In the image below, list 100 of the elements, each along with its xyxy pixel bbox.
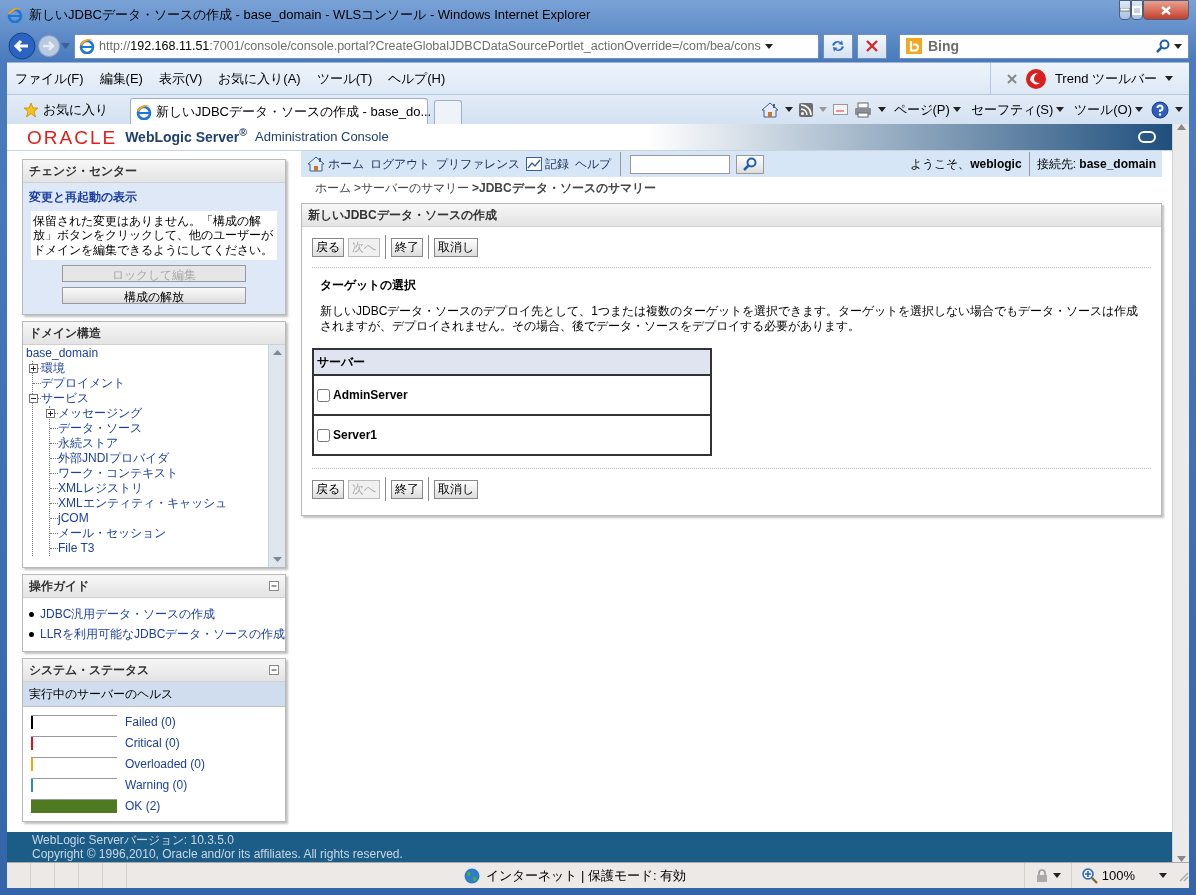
tree-item[interactable]: メッセージング <box>58 406 142 422</box>
toolbar-link[interactable]: ヘルプ <box>575 155 611 173</box>
browser-tab[interactable]: 新しいJDBCデータ・ソースの作成 - base_do... <box>130 98 428 124</box>
toolbar-link[interactable]: ホーム <box>307 155 364 173</box>
favorites-button[interactable]: お気に入り <box>15 99 116 120</box>
breadcrumb-link[interactable]: >JDBCデータ・ソースのサマリー <box>472 179 656 197</box>
wizard-button[interactable]: 戻る <box>312 237 344 257</box>
home-icon <box>307 156 325 172</box>
tree-item[interactable]: データ・ソース <box>58 421 142 437</box>
minimize-button[interactable] <box>1119 0 1131 20</box>
collapse-icon[interactable] <box>29 394 38 404</box>
stop-button[interactable] <box>857 33 887 59</box>
search-field[interactable]: Bing <box>899 33 1189 59</box>
breadcrumb-link[interactable]: ホーム <box>315 179 351 197</box>
browser-logo-icon <box>79 38 95 54</box>
health-link[interactable]: Warning (0) <box>125 776 188 795</box>
menu-item[interactable]: ファイル(F) <box>7 68 92 89</box>
guide-link[interactable]: JDBC汎用データ・ソースの作成 <box>40 604 216 625</box>
caret-icon <box>1174 43 1182 49</box>
forward-icon[interactable] <box>37 34 61 58</box>
mail-icon[interactable] <box>832 104 848 115</box>
menu-item[interactable]: お気に入り(A) <box>210 68 309 89</box>
print-icon[interactable] <box>853 101 872 118</box>
browser-logo-icon <box>136 103 152 120</box>
close-icon[interactable] <box>1006 73 1017 84</box>
panel-title: システム・ステータス <box>29 662 149 680</box>
toolbar-link[interactable]: 記録 <box>526 155 569 173</box>
tree-item[interactable]: XMLエンティティ・キャッシュ <box>58 496 227 512</box>
menu-item[interactable]: 編集(E) <box>91 68 151 89</box>
oracle-logo: ORACLE <box>27 127 118 147</box>
tree-item[interactable]: jCOM <box>58 511 89 527</box>
panel-title: チェンジ・センター <box>29 163 137 180</box>
stop-icon <box>866 40 878 52</box>
toolbar-link[interactable]: プリファレンス <box>436 155 520 173</box>
menu-item[interactable]: 表示(V) <box>150 68 211 89</box>
tree-item[interactable]: File T3 <box>58 541 95 557</box>
caret-icon <box>1175 107 1183 112</box>
tree-item[interactable]: ワーク・コンテキスト <box>58 466 178 482</box>
toolbar-menu[interactable]: Trend ツールバー <box>1054 68 1173 89</box>
close-button[interactable] <box>1143 0 1189 20</box>
star-icon <box>23 101 39 118</box>
search-field[interactable] <box>630 154 730 174</box>
home-icon <box>760 101 779 118</box>
toolbar-link[interactable]: ログアウト <box>370 155 430 173</box>
wizard-button[interactable]: 終了 <box>391 479 423 499</box>
bullet-icon <box>29 631 34 637</box>
tree-item[interactable]: XMLレジストリ <box>58 481 143 497</box>
refresh-icon <box>830 39 846 53</box>
refresh-button[interactable] <box>823 33 853 59</box>
menu-item[interactable]: ツール(T) <box>308 68 381 89</box>
caret-icon <box>1159 873 1167 878</box>
checkbox[interactable] <box>317 389 330 403</box>
panel-title: 新しいJDBCデータ・ソースの作成 <box>308 207 497 224</box>
command-menu[interactable]: ツール(O) <box>1072 99 1145 120</box>
bullet-icon <box>29 611 34 617</box>
tree-item[interactable]: 環境 <box>41 361 65 377</box>
scrollbar[interactable] <box>268 345 285 568</box>
health-link[interactable]: Overloaded (0) <box>125 755 206 774</box>
help-icon[interactable] <box>1151 100 1169 119</box>
panel-title: 操作ガイド <box>29 578 89 596</box>
tree-item[interactable]: 外部JNDIプロバイダ <box>58 451 169 467</box>
feeds-icon[interactable] <box>798 102 813 117</box>
wizard-button[interactable]: 戻る <box>312 479 344 499</box>
copyright-text: Copyright © 1996,2010, Oracle and/or its affiliates. All rights reserved. <box>32 847 404 861</box>
checkbox[interactable] <box>317 429 330 443</box>
wizard-button[interactable]: 取消し <box>434 237 478 257</box>
breadcrumb-link[interactable]: >サーバーのサマリー <box>354 179 469 197</box>
health-link[interactable]: OK (2) <box>125 797 161 816</box>
zoom-level[interactable]: 100% <box>1101 865 1135 886</box>
back-icon[interactable] <box>7 31 37 61</box>
chart-icon <box>526 157 542 171</box>
guide-link[interactable]: LLRを利用可能なJDBCデータ・ソースの作成 <box>40 624 286 645</box>
wizard-button[interactable]: 終了 <box>391 237 423 257</box>
caret-icon <box>877 107 886 112</box>
console-icon <box>1138 131 1156 143</box>
menu-item[interactable]: ヘルプ(H) <box>380 68 454 89</box>
maximize-button[interactable] <box>1131 0 1143 20</box>
search-button[interactable] <box>736 154 764 174</box>
command-menu[interactable]: セーフティ(S) <box>968 99 1067 120</box>
tree-item[interactable]: 永続ストア <box>58 436 118 452</box>
tree-item[interactable]: base_domain <box>26 346 265 362</box>
health-link[interactable]: Critical (0) <box>125 734 180 753</box>
column-header: サーバー <box>313 349 711 375</box>
command-menu[interactable]: ページ(P) <box>891 99 963 120</box>
swirl-logo-icon <box>1024 67 1047 90</box>
health-link[interactable]: Failed (0) <box>125 713 176 732</box>
status-subtitle: 実行中のサーバーのヘルス <box>23 682 285 708</box>
caret-icon <box>952 107 961 112</box>
scrollbar[interactable] <box>1172 124 1189 862</box>
browser-logo-icon <box>7 7 23 23</box>
tree-item[interactable]: サービス <box>41 391 89 407</box>
wizard-button[interactable]: 取消し <box>434 479 478 499</box>
expand-icon[interactable] <box>29 364 38 374</box>
tree-item[interactable]: メール・セッション <box>58 526 166 542</box>
expand-icon[interactable] <box>46 409 55 419</box>
lock-button[interactable]: 構成の解放 <box>62 287 246 305</box>
search-provider-icon <box>906 38 922 54</box>
address-field[interactable]: http://192.168.11.51:7001/console/console.portal?CreateGlobalJDBCDataSourcePortlet_actionOverride=/com/bea/cons <box>74 33 819 59</box>
lock-icon[interactable] <box>1034 868 1049 883</box>
tree-item[interactable]: デプロイメント <box>41 376 125 392</box>
